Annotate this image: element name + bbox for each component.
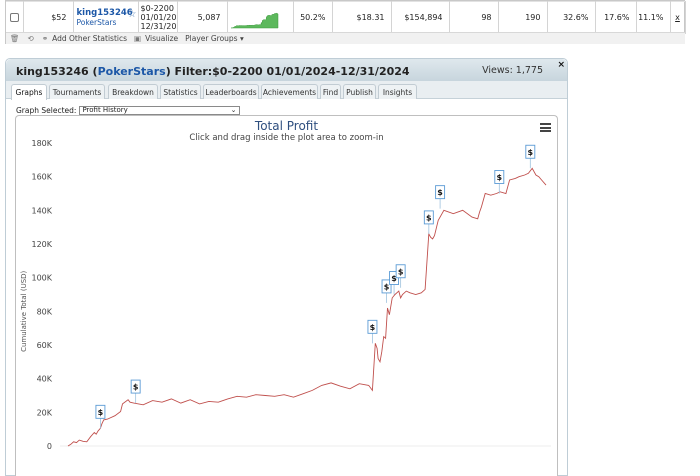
tab-leaderboards[interactable]: Leaderboards [203,84,259,99]
stat-cell: 190 [498,1,548,34]
tab-statistics[interactable]: Statistics [160,84,201,99]
graph-select-row: Graph Selected: Profit History ⌄ [16,105,241,115]
star-icon[interactable]: ☆ [128,9,137,20]
cashout-flag: $ [130,379,141,404]
image-icon: ▣ [134,34,142,43]
add-stats-button[interactable]: ⚭ Add Other Statistics [42,34,127,43]
stat-cell: 98 [449,1,499,34]
y-tick-label: 0 [47,442,52,451]
y-axis-label: Cumulative Total (USD) [20,270,28,351]
flag-label: $ [384,282,390,291]
refresh-icon[interactable]: ⟲ [28,34,34,43]
y-tick-label: 60K [37,341,53,350]
link-icon: ⚭ [41,34,49,43]
panel-header[interactable]: king153246 (PokerStars) Filter:$0-2200 0… [6,59,567,81]
filter-line: 01/01/202 [140,13,177,22]
vpip-cell: 50.2% [293,1,333,34]
tab-achievements[interactable]: Achievements [261,84,318,99]
filter-line: 12/31/202 [140,22,177,31]
cashout-flag: $ [95,404,106,429]
flag-label: $ [528,148,534,157]
y-tick-label: 160K [31,173,52,182]
panel-title: king153246 (PokerStars) Filter:$0-2200 0… [16,65,410,78]
stats-toolbar: 🗑 ⟲ ⚭ Add Other Statistics ▣ Visualize Pla… [6,32,685,44]
chart-subtitle: Click and drag inside the plot area to z… [189,133,384,143]
row-checkbox[interactable] [9,13,19,22]
profit-line [67,167,547,447]
chart-menu-icon[interactable] [540,123,551,132]
games-cell: 5,087 [177,1,228,34]
panel-tab-bar: Graphs Tournaments Breakdown Statistics … [6,81,567,100]
y-tick-label: 120K [31,240,52,249]
cashout-flag: $ [525,144,536,169]
graph-select-value: Profit History [82,106,128,114]
filter-line: $0-2200 [140,4,174,13]
cashout-flag: $ [435,185,446,209]
graph-select-dropdown[interactable]: Profit History ⌄ [79,105,241,115]
panel-site-link[interactable]: PokerStars [98,65,166,78]
flag-label: $ [426,213,432,222]
close-icon[interactable]: × [557,60,565,70]
y-tick-label: 40K [37,375,53,384]
graph-select-label: Graph Selected: [16,105,77,115]
tab-insights[interactable]: Insights [378,84,417,99]
flag-label: $ [437,188,443,197]
stat-cell: 32.6% [547,1,596,34]
profit-sparkline [230,12,278,29]
flag-label: $ [133,383,139,392]
views-count: Views: 1,775 [482,65,543,76]
chevron-down-icon: ⌄ [230,105,237,114]
flag-label: $ [370,323,376,332]
stat-cell: 17.6% [595,1,637,34]
tab-find[interactable]: Find [320,84,341,99]
flag-label: $ [98,408,104,417]
trash-icon[interactable]: 🗑 [10,34,20,43]
cashout-flag: $ [367,319,378,344]
avg-stake-cell: $18.31 [332,1,392,34]
tab-breakdown[interactable]: Breakdown [108,84,158,99]
chart-plot-area[interactable]: 020K40K60K80K100K120K140K160K180KCumulat… [16,116,557,476]
cashout-flag: $ [423,210,434,234]
visualize-button[interactable]: ▣ Visualize [134,34,178,43]
player-cell[interactable]: king153246 PokerStars ☆ [73,1,139,34]
cashout-flag: $ [494,170,505,194]
remove-row-link[interactable]: x [670,1,686,34]
y-tick-label: 80K [37,307,53,316]
y-tick-label: 140K [31,206,52,215]
stat-cell: 11.1% [636,1,671,34]
sparkline-area [230,12,278,29]
stats-table-container: $52 king153246 PokerStars ☆ $0-2200 01/0… [5,0,686,44]
panel-player-name: king153246 [16,65,89,78]
profit-chart[interactable]: 0 20K 40K 60K 80K 100K 120K 140K 160K 180K Cumulat… [15,115,558,476]
row-select-cell[interactable] [6,1,24,34]
flag-label: $ [398,267,404,276]
y-tick-label: 100K [31,274,52,283]
stats-table: $52 king153246 PokerStars ☆ $0-2200 01/0… [6,1,686,34]
flag-label: $ [497,173,503,182]
table-row[interactable]: $52 king153246 PokerStars ☆ $0-2200 01/0… [6,1,686,34]
tab-graphs[interactable]: Graphs [11,84,47,100]
stake-cell: $52 [23,1,74,34]
tab-tournaments[interactable]: Tournaments [49,84,105,99]
player-groups-dropdown[interactable]: Player Groups ▾ [185,34,244,43]
chart-title: Total Profit [254,119,319,133]
profit-cell: $154,894 [391,1,450,34]
sparkline-cell [227,1,294,34]
player-graph-panel: king153246 (PokerStars) Filter:$0-2200 0… [5,58,568,476]
filter-cell: $0-2200 01/01/202 12/31/202 [138,1,178,34]
y-tick-label: 20K [37,408,53,417]
panel-filter: Filter:$0-2200 01/01/2024-12/31/2024 [174,65,410,78]
tab-publish[interactable]: Publish [343,84,376,99]
